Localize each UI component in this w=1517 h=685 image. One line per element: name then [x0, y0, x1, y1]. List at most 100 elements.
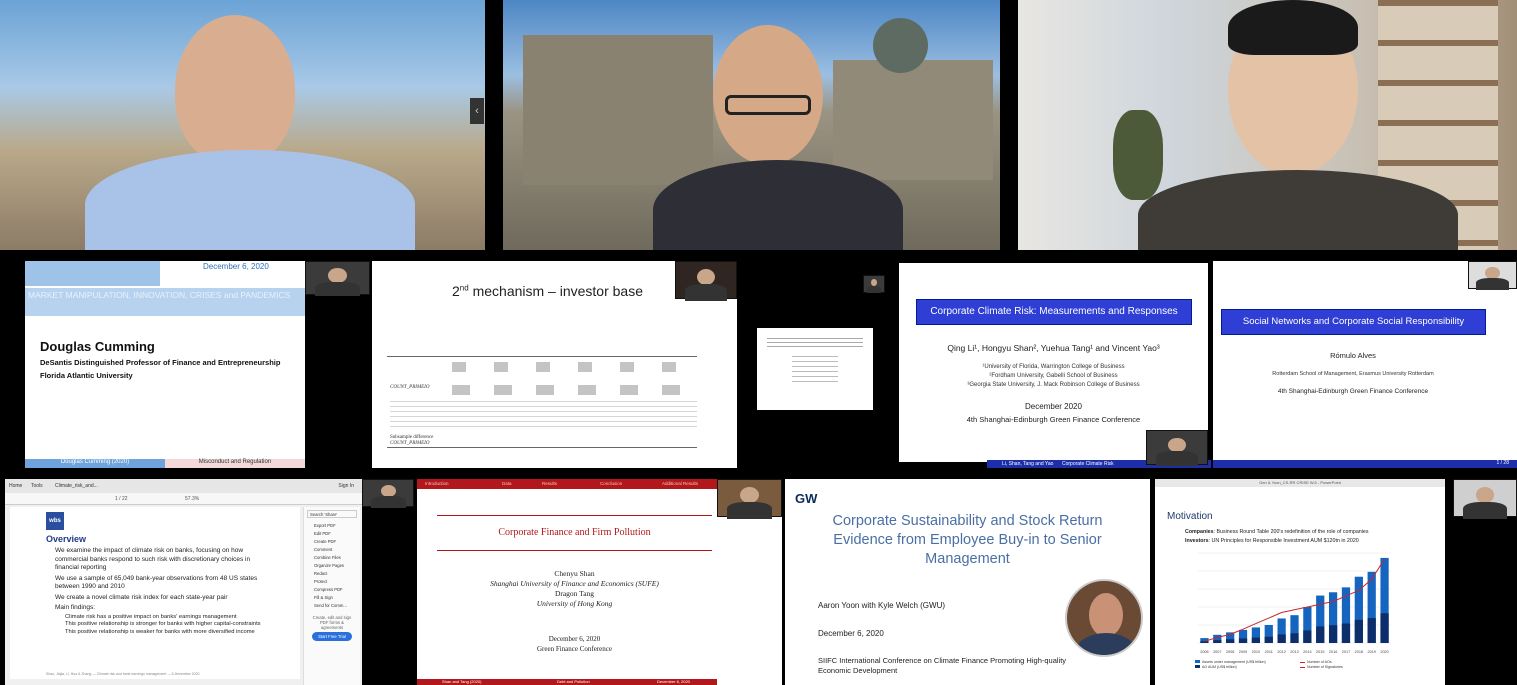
x-tick-label: 2008 — [1226, 650, 1234, 654]
video-tile-1[interactable] — [0, 0, 485, 250]
footer-right: Misconduct and Regulation — [165, 459, 305, 468]
building-right — [833, 60, 993, 180]
building-left — [523, 35, 713, 185]
chart-legend-2: Number of AOs Number of Signatories — [1300, 660, 1343, 670]
video-tile-2[interactable] — [503, 0, 1000, 250]
conference: 4th Shanghai-Edinburgh Green Finance Con… — [1277, 388, 1429, 395]
author-2: Dragon Tang — [554, 589, 595, 598]
participant-thumbnail[interactable] — [1146, 430, 1208, 467]
sidebar-item[interactable]: Export PDF — [304, 521, 360, 529]
authors: Aaron Yoon with Kyle Welch (GWU) — [818, 601, 946, 610]
slide-tile-investor-base[interactable]: 2nd mechanism – investor base COUNT_PRIM… — [372, 261, 737, 468]
slide-tile-climate-risk[interactable]: Corporate Climate Risk: Measurements and… — [897, 261, 1211, 468]
participant-thumbnail[interactable] — [675, 261, 737, 301]
sidebar-item[interactable]: Create PDF — [304, 537, 360, 545]
conference: Green Finance Conference — [536, 645, 613, 653]
menu-tools[interactable]: Tools — [31, 483, 43, 489]
sidebar-item[interactable]: Protect — [304, 577, 360, 585]
dome — [873, 18, 928, 73]
x-axis-ticks: 2006 2007 2008 2009 2010 2011 2012 2013 2014 2015… — [1200, 650, 1389, 654]
participant-thumbnail[interactable] — [717, 479, 782, 519]
participant-thumbnail[interactable] — [305, 261, 370, 297]
slide-footer: Shan and Tang (2020) Debt and Pollution … — [417, 679, 717, 685]
gw-logo: GW — [795, 491, 818, 506]
participant-body — [1138, 170, 1458, 250]
speaker-title: DeSantis Distinguished Professor of Fina… — [40, 358, 281, 367]
start-trial-button[interactable]: Start Free Trial — [312, 632, 352, 641]
conference: SIIFC International Conference on Climat… — [818, 656, 1067, 675]
page-counter[interactable]: 1 / 22 — [115, 496, 128, 502]
table-row-label: COUNT_PRIMEIO — [390, 385, 430, 390]
sidebar-item[interactable]: Send for Comm... — [304, 601, 360, 609]
affiliation: Rotterdam School of Management, Erasmus … — [1272, 371, 1434, 377]
sidebar-item[interactable]: Combine Files — [304, 553, 360, 561]
author: Rómulo Alves — [1330, 351, 1376, 360]
conference: 4th Shanghai-Edinburgh Green Finance Con… — [966, 415, 1141, 424]
ppt-window: Gen & Yoon_CS-RR CRISE W.5 - PowerPoint … — [1155, 479, 1445, 685]
speaker-circle[interactable] — [1065, 579, 1143, 657]
sidebar-item[interactable]: Fill & Sign — [304, 593, 360, 601]
x-tick-label: 2015 — [1316, 650, 1324, 654]
sidebar-item[interactable]: Comment — [304, 545, 360, 553]
legend-aum: Assets under management (US$ trillion) — [1202, 660, 1266, 664]
participant-thumbnail[interactable] — [1468, 261, 1517, 290]
slide-tile-motivation[interactable]: Gen & Yoon_CS-RR CRISE W.5 - PowerPoint … — [1153, 479, 1517, 685]
slide-tile-firm-pollution[interactable]: Introduction Data Results Conclusion Add… — [417, 479, 782, 685]
participant-head — [175, 15, 295, 165]
slide-tile-small[interactable] — [739, 261, 895, 468]
bullet-list: We examine the impact of climate risk on… — [55, 547, 270, 636]
sign-in-link[interactable]: Sign In — [338, 483, 354, 489]
title-box: Corporate Finance and Firm Pollution — [437, 515, 712, 551]
slide-tile-cumming[interactable]: December 6, 2020 MARKET MANIPULATION, IN… — [0, 261, 370, 468]
scroll-left-arrow[interactable]: ‹ — [470, 98, 484, 124]
x-tick-label: 2007 — [1213, 650, 1221, 654]
participant-thumbnail[interactable] — [1453, 479, 1517, 519]
sidebar-item[interactable]: Organize Pages — [304, 561, 360, 569]
slide-title: Corporate Sustainability and Stock Retur… — [832, 513, 1103, 567]
date-block: December 6, 2020 Green Finance Conferenc… — [437, 634, 712, 654]
toolbar: 1 / 22 57.3% — [5, 493, 362, 505]
legend-ao-count: Number of AOs — [1307, 660, 1332, 664]
slide-title: Corporate Climate Risk: Measurements and… — [916, 299, 1192, 325]
participant-body — [653, 160, 903, 250]
slide-tile-social-networks[interactable]: Social Networks and Corporate Social Res… — [1213, 261, 1517, 468]
x-tick-label: 2017 — [1342, 650, 1350, 654]
bar-ao-2015 — [1316, 626, 1325, 643]
sidebar-search[interactable]: Search 'Share' — [307, 510, 357, 518]
zoom-level[interactable]: 57.3% — [185, 496, 199, 502]
x-tick-label: 2018 — [1355, 650, 1363, 654]
slide-heading: Motivation — [1167, 511, 1213, 522]
x-tick-label: 2012 — [1277, 650, 1285, 654]
x-tick-label: 2009 — [1239, 650, 1247, 654]
participant-thumbnail[interactable] — [863, 275, 885, 294]
x-tick-label: 2010 — [1252, 650, 1260, 654]
speaker-name: Douglas Cumming — [40, 339, 155, 354]
slide-tile-gw[interactable]: GW Corporate Sustainability and Stock Re… — [785, 479, 1150, 685]
line-investors: Investors: UN Principles for Responsible… — [1185, 538, 1359, 544]
sidebar-item[interactable]: Compress PDF — [304, 585, 360, 593]
sub-bullet-1: Climate risk has a positive impact on ba… — [65, 613, 237, 620]
page-heading: Overview — [46, 534, 87, 544]
menu-home[interactable]: Home — [9, 483, 22, 489]
sub-bullet-2: This positive relationship is stronger f… — [65, 621, 261, 627]
tools-sidebar: Search 'Share' Export PDF Edit PDF Creat… — [303, 507, 360, 685]
sidebar-item[interactable]: Redact — [304, 569, 360, 577]
video-tile-3[interactable] — [1018, 0, 1517, 250]
aum-chart: 2006 2007 2008 2009 2010 2011 2012 2013 2014 2015… — [1198, 552, 1391, 654]
author-1: Chenyu Shan — [554, 569, 595, 578]
plant — [1113, 110, 1163, 200]
affiliation-2: ²Fordham University, Gabelli School of B… — [989, 373, 1118, 379]
page-footer: Shao, Jiajia, Li, Hua & Zhang — Climate … — [46, 672, 200, 676]
bar-ao-2017 — [1341, 623, 1351, 643]
chart-bars — [1200, 557, 1389, 643]
participant-thumbnail[interactable] — [362, 479, 414, 508]
sidebar-item[interactable]: Edit PDF — [304, 529, 360, 537]
slide-date: December 6, 2020 — [818, 629, 884, 638]
bar-ao-2012 — [1277, 634, 1286, 643]
line-companies: Companies: Business Round Table 200's re… — [1185, 529, 1369, 535]
pdf-viewer-tile[interactable]: Home Tools Climate_risk_and... Sign In 1… — [0, 479, 414, 685]
document-tab[interactable]: Climate_risk_and... — [55, 483, 98, 489]
window-titlebar: Gen & Yoon_CS-RR CRISE W.5 - PowerPoint — [1155, 479, 1445, 487]
bar-ao-2010 — [1251, 637, 1261, 643]
speaker-affiliation: Florida Atlantic University — [40, 371, 133, 380]
